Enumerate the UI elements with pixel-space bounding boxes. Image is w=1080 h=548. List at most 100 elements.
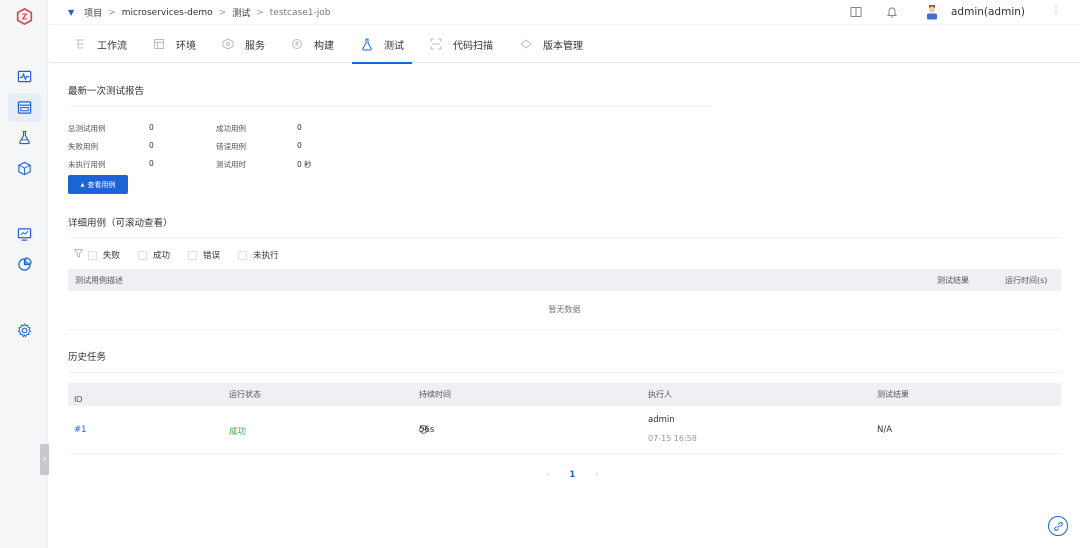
flask-icon[interactable] bbox=[15, 128, 33, 146]
latest-report-title: 最新一次测试报告 bbox=[68, 86, 145, 97]
tab-label: 环境 bbox=[176, 40, 196, 52]
link-icon[interactable] bbox=[1048, 516, 1068, 536]
breadcrumb-item-job: testcase1-job bbox=[269, 7, 331, 18]
module-tabs: 工作流 环境 服务 构建 测试 代码扫描 版本管理 bbox=[49, 25, 1080, 64]
settings-icon[interactable] bbox=[15, 321, 33, 339]
breadcrumb-item-project[interactable]: 项目 bbox=[84, 6, 102, 19]
column-header-status: 运行状态 bbox=[229, 390, 261, 399]
tab-label: 测试 bbox=[384, 40, 404, 52]
detail-cases-title: 详细用例（可滚动查看） bbox=[68, 218, 173, 229]
svg-text:Z: Z bbox=[22, 12, 28, 21]
stat-label-duration: 测试用时 bbox=[216, 160, 246, 169]
filter-label: 错误 bbox=[203, 251, 221, 261]
more-icon[interactable]: ⋮ bbox=[1051, 5, 1061, 16]
stat-label-success: 成功用例 bbox=[216, 124, 246, 133]
stat-value-total: 0 bbox=[149, 123, 154, 132]
sort-icon[interactable]: ⇕ bbox=[74, 395, 80, 403]
tab-environment[interactable]: 环境 bbox=[152, 25, 196, 63]
executor-name: admin bbox=[648, 415, 675, 425]
filter-success[interactable]: 成功 bbox=[138, 249, 170, 261]
username[interactable]: admin(admin) bbox=[951, 6, 1025, 18]
checkbox[interactable] bbox=[138, 250, 148, 260]
book-icon[interactable] bbox=[849, 5, 863, 19]
checkbox[interactable] bbox=[88, 250, 97, 260]
filter-label: 未执行 bbox=[253, 251, 279, 261]
duration-cell: 56s bbox=[419, 424, 435, 435]
stat-label-unexecuted: 未执行用例 bbox=[68, 160, 106, 169]
tab-workflow[interactable]: 工作流 bbox=[73, 25, 127, 63]
tab-label: 工作流 bbox=[97, 40, 127, 52]
filter-label: 失败 bbox=[103, 251, 121, 261]
monitor-icon[interactable] bbox=[15, 225, 33, 243]
column-header-runtime: 运行时间(s) bbox=[1005, 276, 1048, 285]
top-bar: ▼ 项目 > microservices-demo > 测试 > testcas… bbox=[49, 0, 1080, 25]
checkbox[interactable] bbox=[238, 250, 248, 260]
divider bbox=[68, 372, 1061, 373]
project-icon[interactable] bbox=[8, 93, 41, 122]
tab-code-scan[interactable]: 代码扫描 bbox=[429, 25, 493, 63]
pie-chart-icon[interactable] bbox=[15, 255, 33, 273]
caret-down-icon[interactable]: ▼ bbox=[68, 8, 74, 17]
tab-version[interactable]: 版本管理 bbox=[519, 25, 583, 63]
tab-label: 构建 bbox=[314, 40, 334, 52]
tab-label: 版本管理 bbox=[543, 40, 583, 52]
collapse-sidebar-button[interactable]: › bbox=[40, 444, 49, 475]
stat-value-failed: 0 bbox=[149, 141, 154, 150]
duration-text: 56s bbox=[419, 424, 435, 435]
package-icon[interactable] bbox=[15, 159, 33, 177]
caret-up-icon: ▲ bbox=[80, 181, 85, 188]
pulse-monitor-icon[interactable] bbox=[15, 67, 33, 85]
filter-label: 成功 bbox=[153, 251, 171, 261]
table-row: #1 成功 56s admin 07-15 16:58 N/A bbox=[68, 406, 1061, 454]
history-title: 历史任务 bbox=[68, 352, 107, 363]
tab-build[interactable]: 构建 bbox=[290, 25, 334, 63]
stat-value-success: 0 bbox=[297, 123, 302, 132]
filter-icon bbox=[73, 249, 84, 261]
pagination: ‹ 1 › bbox=[536, 470, 609, 480]
stat-value-error: 0 bbox=[297, 141, 302, 150]
executed-time: 07-15 16:58 bbox=[648, 434, 697, 443]
breadcrumb-item-test[interactable]: 测试 bbox=[232, 6, 250, 19]
stat-label-error: 错误用例 bbox=[216, 142, 246, 151]
header-actions: admin(admin) bbox=[849, 4, 1025, 20]
status-text: 成功 bbox=[229, 427, 247, 437]
breadcrumb: ▼ 项目 > microservices-demo > 测试 > testcas… bbox=[68, 6, 331, 20]
filter-error[interactable]: 错误 bbox=[188, 249, 220, 261]
build-icon bbox=[290, 37, 304, 51]
version-icon bbox=[519, 37, 533, 51]
bell-icon[interactable] bbox=[885, 5, 899, 19]
column-header-description: 测试用例描述 bbox=[75, 276, 123, 285]
column-header-duration: 持续时间 bbox=[419, 390, 451, 399]
filter-failed[interactable]: 失败 bbox=[88, 249, 120, 261]
filter-unexecuted[interactable]: 未执行 bbox=[238, 249, 279, 261]
tab-label: 代码扫描 bbox=[453, 40, 493, 52]
divider bbox=[68, 237, 1061, 238]
checkbox[interactable] bbox=[188, 250, 198, 260]
tab-service[interactable]: 服务 bbox=[221, 25, 265, 63]
divider bbox=[68, 106, 712, 107]
stat-label-failed: 失败用例 bbox=[68, 142, 98, 151]
breadcrumb-separator: > bbox=[256, 7, 264, 18]
column-header-executor: 执行人 bbox=[648, 390, 672, 399]
stat-value-duration: 0 秒 bbox=[297, 160, 312, 169]
logo-icon[interactable]: Z bbox=[16, 8, 33, 25]
task-id-link[interactable]: #1 bbox=[74, 425, 87, 435]
flask-icon bbox=[360, 37, 374, 51]
user-avatar[interactable] bbox=[925, 4, 939, 20]
tab-test[interactable]: 测试 bbox=[352, 25, 412, 64]
scan-icon bbox=[429, 37, 443, 51]
page-number[interactable]: 1 bbox=[569, 470, 575, 480]
view-cases-button[interactable]: ▲ 查看用例 bbox=[68, 175, 128, 194]
next-page-button[interactable]: › bbox=[595, 470, 598, 480]
service-icon bbox=[221, 37, 235, 51]
view-cases-label: 查看用例 bbox=[87, 180, 116, 189]
breadcrumb-item-project-name[interactable]: microservices-demo bbox=[122, 8, 213, 18]
cases-table-header: 测试用例描述 测试结果 运行时间(s) bbox=[68, 269, 1061, 291]
workflow-icon bbox=[73, 37, 87, 51]
prev-page-button[interactable]: ‹ bbox=[546, 470, 549, 480]
breadcrumb-separator: > bbox=[108, 7, 116, 18]
column-header-result: 测试结果 bbox=[937, 276, 969, 285]
environment-icon bbox=[152, 37, 166, 51]
column-header-test-result: 测试结果 bbox=[877, 390, 909, 399]
history-table-header: ID ⇕ 运行状态 持续时间 执行人 测试结果 bbox=[68, 383, 1061, 406]
